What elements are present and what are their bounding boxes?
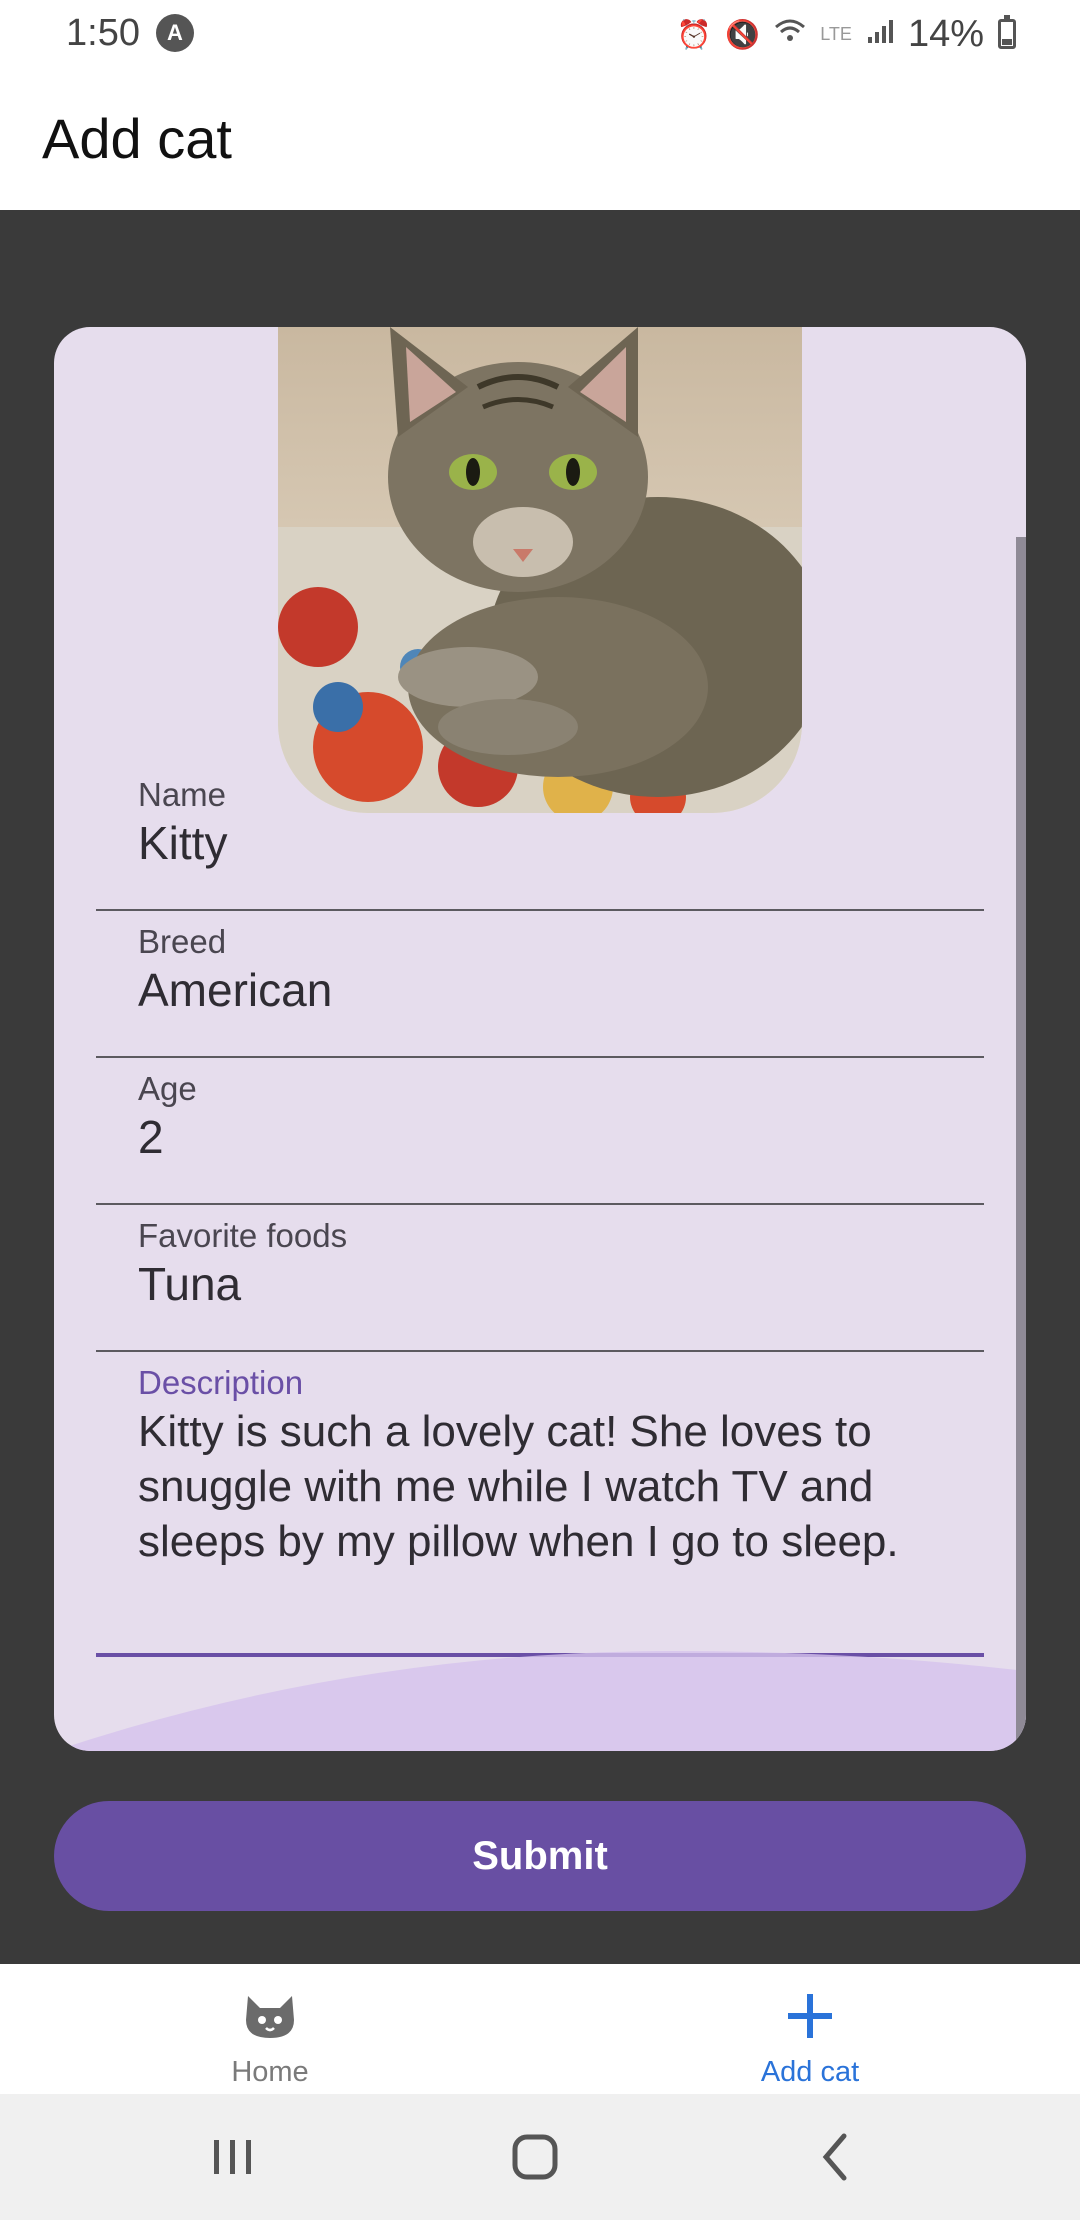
favorite-foods-field[interactable]: Favorite foods Tuna (96, 1205, 984, 1352)
age-value: 2 (138, 1111, 164, 1163)
plus-icon (788, 1994, 832, 2038)
page-title: Add cat (42, 107, 232, 170)
app-bar: Add cat (0, 68, 1080, 210)
nav-home[interactable]: Home (0, 1964, 540, 2094)
name-field[interactable]: Name Kitty (96, 764, 984, 911)
favorite-foods-label: Favorite foods (138, 1217, 348, 1254)
name-label: Name (138, 776, 227, 813)
lte-icon: LTE (820, 23, 852, 44)
nav-add-cat[interactable]: Add cat (540, 1964, 1080, 2094)
description-label: Description (138, 1364, 304, 1401)
age-label: Age (138, 1070, 197, 1107)
battery-icon (998, 15, 1016, 49)
description-field[interactable]: Description Kitty is such a lovely cat! … (96, 1352, 984, 1657)
home-icon[interactable] (500, 2122, 570, 2192)
age-field[interactable]: Age 2 (96, 1058, 984, 1205)
status-time: 1:50 (66, 12, 140, 54)
status-bar: 1:50 A ⏰ 🔇 LTE 14% (0, 0, 1080, 68)
cat-photo[interactable] (278, 327, 802, 813)
cat-photo-image (278, 327, 802, 813)
nav-add-cat-label: Add cat (760, 2056, 860, 2088)
scrollbar[interactable] (1016, 537, 1026, 1751)
add-cat-card: Name Kitty Breed American Age 2 Favorite… (54, 327, 1026, 1751)
breed-value: American (138, 964, 333, 1016)
submit-button[interactable]: Submit (54, 1801, 1026, 1911)
description-value: Kitty is such a lovely cat! She loves to… (138, 1407, 899, 1566)
name-value: Kitty (138, 817, 228, 869)
mute-icon: 🔇 (725, 18, 761, 50)
decorative-wave (54, 1651, 1026, 1751)
alarm-icon: ⏰ (676, 18, 712, 50)
signal-icon (866, 17, 894, 52)
app-notification-icon: A (156, 14, 194, 52)
back-icon[interactable] (802, 2122, 872, 2192)
wifi-icon (774, 17, 806, 52)
breed-field[interactable]: Breed American (96, 911, 984, 1058)
favorite-foods-value: Tuna (138, 1258, 242, 1310)
status-icons: ⏰ 🔇 LTE 14% (676, 12, 1016, 56)
recent-apps-icon[interactable] (198, 2122, 268, 2192)
battery-percent: 14% (907, 12, 984, 55)
bottom-navigation: Home Add cat (0, 1964, 1080, 2094)
breed-label: Breed (138, 923, 227, 960)
system-navigation-bar (0, 2094, 1080, 2220)
cat-icon (246, 1996, 294, 2038)
nav-home-label: Home (231, 2056, 309, 2088)
